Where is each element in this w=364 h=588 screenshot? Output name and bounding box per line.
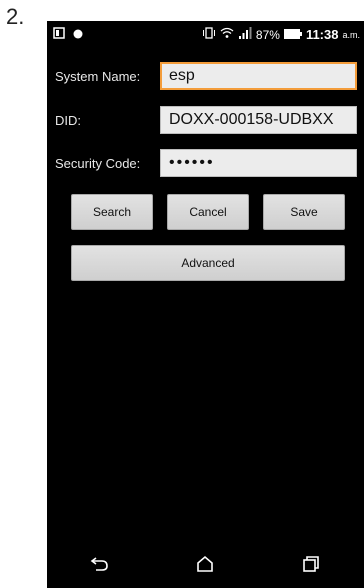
phone-screen: 87% 11:38 a.m. System Name: DID: Securit…: [47, 21, 364, 588]
clock-time: 11:38: [305, 27, 339, 42]
security-code-row: Security Code:: [47, 149, 364, 179]
clock-ampm: a.m.: [342, 29, 360, 40]
home-icon[interactable]: [190, 549, 220, 579]
notification-dot-icon: [73, 28, 83, 42]
save-button[interactable]: Save: [263, 194, 345, 230]
security-code-label: Security Code:: [55, 156, 141, 171]
notification-square-icon: [53, 27, 65, 42]
signal-icon: [238, 27, 252, 42]
did-input[interactable]: [160, 106, 357, 134]
cancel-button[interactable]: Cancel: [167, 194, 249, 230]
battery-percent: 87%: [255, 27, 280, 42]
security-code-input[interactable]: [160, 149, 357, 177]
step-label: 2.: [6, 4, 25, 29]
status-bar: 87% 11:38 a.m.: [47, 21, 364, 47]
system-name-input[interactable]: [160, 62, 357, 90]
navigation-bar: [47, 540, 364, 588]
system-name-label: System Name:: [55, 69, 141, 84]
advanced-button[interactable]: Advanced: [71, 245, 345, 281]
status-bar-system: 87% 11:38 a.m.: [202, 27, 360, 42]
did-label: DID:: [55, 113, 81, 128]
status-bar-notifications: [53, 27, 83, 42]
system-name-row: System Name:: [47, 62, 364, 92]
search-button[interactable]: Search: [71, 194, 153, 230]
did-row: DID:: [47, 106, 364, 136]
recents-icon[interactable]: [296, 549, 326, 579]
back-icon[interactable]: [85, 549, 115, 579]
vibrate-icon: [202, 27, 216, 42]
wifi-icon: [220, 27, 234, 42]
battery-icon: [283, 28, 302, 42]
